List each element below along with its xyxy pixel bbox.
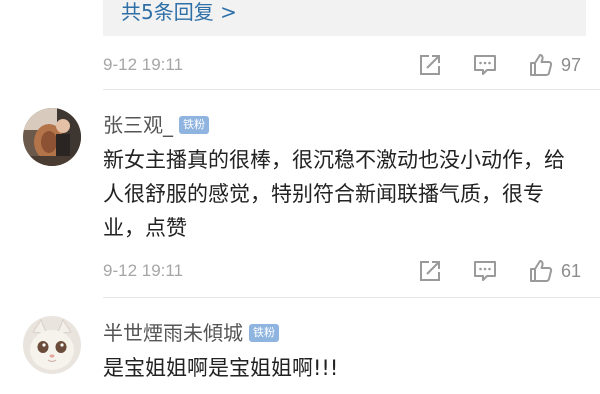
comment-icon[interactable] — [472, 53, 498, 77]
share-icon[interactable] — [417, 53, 443, 77]
comment-text: 是宝姐姐啊是宝姐姐啊!!! — [103, 356, 339, 380]
avatar[interactable] — [23, 108, 81, 166]
comment-time: 9-12 19:11 — [103, 261, 184, 280]
avatar[interactable] — [23, 316, 81, 374]
comment-meta-row: 9-12 19:11 61 — [103, 257, 593, 285]
comment-text: 新女主播真的很棒，很沉稳不激动也没小动作，给人很舒服的感觉，特别符合新闻联播气质… — [103, 148, 565, 240]
user-line: 半世煙雨未傾城 铁粉 — [103, 318, 279, 348]
comment-meta-row: 9-12 19:11 97 — [103, 51, 593, 79]
share-icon[interactable] — [417, 259, 443, 283]
user-line: 张三观_ 铁粉 — [103, 110, 209, 140]
username[interactable]: 半世煙雨未傾城 — [103, 318, 243, 348]
comment-thread: 共5条回复 > 9-12 19:11 97 张三观_ 铁粉 新女主播真的很棒，很… — [0, 0, 600, 394]
comment-icon[interactable] — [472, 259, 498, 283]
divider — [103, 297, 600, 298]
fan-badge: 铁粉 — [179, 116, 209, 134]
like-count: 97 — [561, 55, 582, 75]
like-count: 61 — [561, 261, 582, 281]
comment-time: 9-12 19:11 — [103, 55, 184, 74]
view-replies-link[interactable]: 共5条回复 > — [121, 0, 237, 24]
thumbs-up-icon[interactable] — [528, 259, 554, 283]
fan-badge: 铁粉 — [249, 324, 279, 342]
divider — [103, 89, 600, 90]
thumbs-up-icon[interactable] — [528, 53, 554, 77]
username[interactable]: 张三观_ — [103, 110, 173, 140]
replies-box: 共5条回复 > — [103, 0, 586, 36]
